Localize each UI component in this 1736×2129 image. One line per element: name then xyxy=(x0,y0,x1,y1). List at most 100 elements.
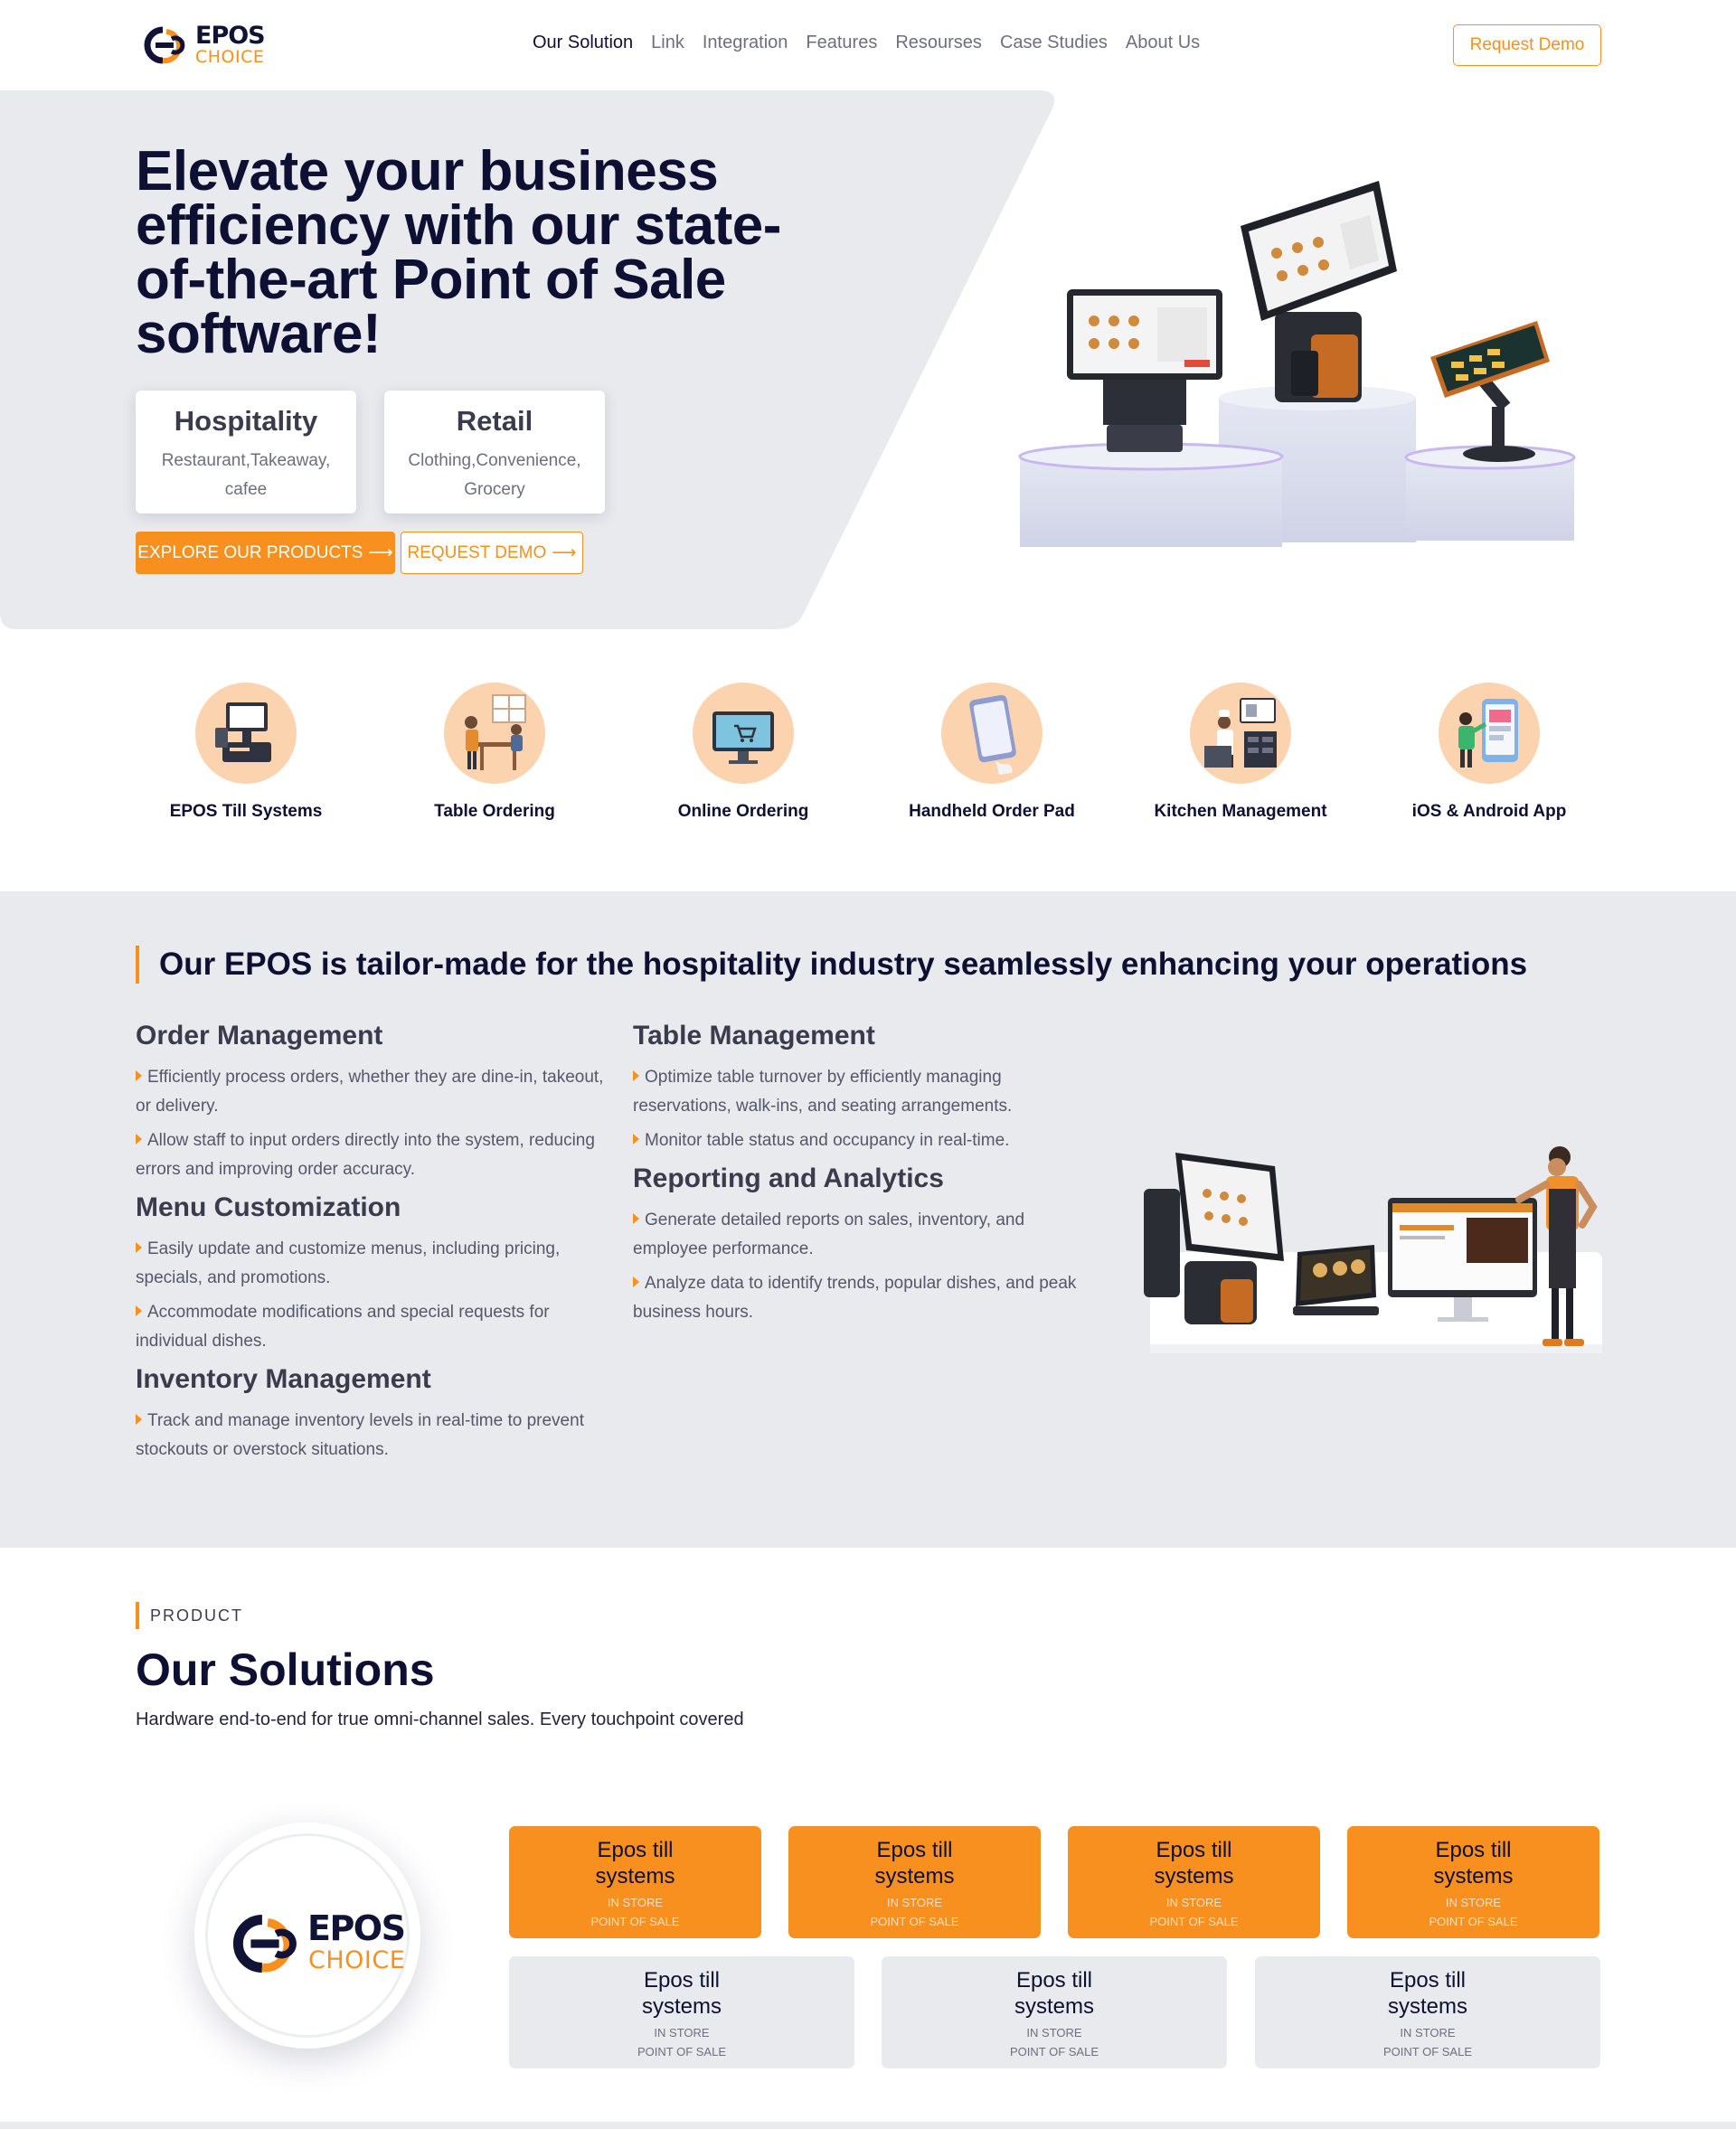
nav-integration[interactable]: Integration xyxy=(703,33,788,53)
bullet-triangle-icon xyxy=(136,1414,142,1425)
solution-tile-subtitle: IN STORE POINT OF SALE xyxy=(1149,1896,1239,1928)
solution-tile[interactable]: Epos till systems IN STORE POINT OF SALE xyxy=(1068,1826,1320,1938)
solution-tile[interactable]: Epos till systems IN STORE POINT OF SALE xyxy=(1255,1956,1600,2068)
hospitality-card[interactable]: Hospitality Restaurant,Takeaway, cafee xyxy=(136,391,356,513)
arrow-right-icon: ⟶ xyxy=(368,543,393,562)
feature-table-ordering-label: Table Ordering xyxy=(434,802,555,821)
feature-epos-till[interactable]: EPOS Till Systems xyxy=(137,683,354,822)
table-management-point: Monitor table status and occupancy in re… xyxy=(633,1126,1085,1155)
feature-online-ordering-label: Online Ordering xyxy=(677,802,809,821)
nav-case-studies[interactable]: Case Studies xyxy=(1000,33,1108,53)
nav-link[interactable]: Link xyxy=(651,33,684,53)
reporting-analytics-title: Reporting and Analytics xyxy=(633,1163,944,1193)
inventory-management-point: Track and manage inventory levels in rea… xyxy=(136,1407,606,1465)
footer-edge xyxy=(0,2122,1736,2129)
inventory-management-title: Inventory Management xyxy=(136,1364,431,1394)
solution-tile[interactable]: Epos till systems IN STORE POINT OF SALE xyxy=(509,1956,854,2068)
order-management-point: Efficiently process orders, whether they… xyxy=(136,1063,606,1121)
table-management-point-text: Optimize table turnover by efficiently m… xyxy=(633,1068,1013,1116)
hospitality-right-column: Table Management Optimize table turnover… xyxy=(633,1018,1085,1333)
solution-tile-subtitle: IN STORE POINT OF SALE xyxy=(1009,2026,1099,2058)
retail-card[interactable]: Retail Clothing,Convenience, Grocery xyxy=(384,391,605,513)
request-demo-button[interactable]: Request Demo xyxy=(1453,24,1601,66)
feature-table-ordering[interactable]: Table Ordering xyxy=(386,683,603,822)
feature-online-ordering[interactable]: Online Ordering xyxy=(635,683,852,822)
handheld-pad-icon xyxy=(941,683,1043,784)
badge-word-choice: CHOICE xyxy=(308,1946,406,1974)
table-management-title: Table Management xyxy=(633,1021,875,1050)
hospitality-left-column: Order Management Efficiently process ord… xyxy=(136,1018,606,1470)
explore-products-button[interactable]: EXPLORE OUR PRODUCTS ⟶ xyxy=(136,532,395,574)
menu-customization-point-text: Accommodate modifications and special re… xyxy=(136,1303,550,1351)
reporting-analytics-point-text: Generate detailed reports on sales, inve… xyxy=(633,1211,1025,1258)
solution-tile[interactable]: Epos till systems IN STORE POINT OF SALE xyxy=(788,1826,1041,1938)
feature-handheld-pad-label: Handheld Order Pad xyxy=(909,802,1075,821)
nav-about-us[interactable]: About Us xyxy=(1126,33,1200,53)
reporting-analytics-point: Generate detailed reports on sales, inve… xyxy=(633,1206,1085,1264)
menu-customization-title: Menu Customization xyxy=(136,1192,401,1222)
solutions-title: Our Solutions xyxy=(136,1644,435,1695)
order-management-point-text: Efficiently process orders, whether they… xyxy=(136,1068,604,1116)
logo-mark-icon xyxy=(232,1915,297,1973)
inventory-management-point-text: Track and manage inventory levels in rea… xyxy=(136,1411,584,1459)
feature-kitchen-management[interactable]: Kitchen Management xyxy=(1132,683,1349,822)
solution-tile-title: Epos till systems xyxy=(1014,1968,1094,2019)
order-management-point-text: Allow staff to input orders directly int… xyxy=(136,1131,595,1179)
solution-tile[interactable]: Epos till systems IN STORE POINT OF SALE xyxy=(1347,1826,1599,1938)
solution-tile-subtitle: IN STORE POINT OF SALE xyxy=(637,2026,726,2058)
feature-mobile-app[interactable]: iOS & Android App xyxy=(1381,683,1598,822)
nav-resources[interactable]: Resourses xyxy=(895,33,982,53)
retail-card-title: Retail xyxy=(456,405,533,437)
pos-terminals-illustration xyxy=(1018,181,1576,547)
hero-title: Elevate your business efficiency with ou… xyxy=(136,140,781,365)
product-tag: PRODUCT xyxy=(136,1602,243,1629)
nav-our-solution[interactable]: Our Solution xyxy=(533,33,633,53)
solution-tile-title: Epos till systems xyxy=(1433,1838,1514,1889)
badge-word-epos: EPOS xyxy=(307,1908,406,1948)
solution-tile-subtitle: IN STORE POINT OF SALE xyxy=(1382,2026,1472,2058)
feature-kitchen-management-label: Kitchen Management xyxy=(1154,802,1327,821)
hero-request-demo-button[interactable]: REQUEST DEMO ⟶ xyxy=(401,532,583,574)
order-management-title: Order Management xyxy=(136,1021,383,1050)
hospitality-heading: Our EPOS is tailor-made for the hospital… xyxy=(136,946,1527,984)
solution-tile[interactable]: Epos till systems IN STORE POINT OF SALE xyxy=(509,1826,761,1938)
order-management-point: Allow staff to input orders directly int… xyxy=(136,1126,606,1184)
logo-word-choice: CHOICE xyxy=(195,47,265,67)
brand-logo[interactable]: EPOS CHOICE xyxy=(136,20,271,71)
bullet-triangle-icon xyxy=(633,1134,639,1145)
logo-mark-icon xyxy=(144,26,185,64)
retail-card-subtitle: Clothing,Convenience, Grocery xyxy=(408,451,581,499)
table-management-point-text: Monitor table status and occupancy in re… xyxy=(645,1131,1010,1150)
logo-word-epos: EPOS xyxy=(195,22,266,50)
reporting-analytics-point-text: Analyze data to identify trends, popular… xyxy=(633,1274,1077,1322)
online-ordering-icon xyxy=(693,683,794,784)
bullet-triangle-icon xyxy=(633,1213,639,1224)
menu-customization-point: Easily update and customize menus, inclu… xyxy=(136,1235,606,1293)
site-header: EPOS CHOICE Our Solution Link Integratio… xyxy=(0,0,1736,90)
solution-tile-subtitle: IN STORE POINT OF SALE xyxy=(590,1896,680,1928)
bullet-triangle-icon xyxy=(136,1242,142,1253)
solution-tile-title: Epos till systems xyxy=(595,1838,675,1889)
solution-tile-title: Epos till systems xyxy=(1387,1968,1467,2019)
menu-customization-point: Accommodate modifications and special re… xyxy=(136,1298,606,1356)
solutions-subtitle: Hardware end-to-end for true omni-channe… xyxy=(136,1710,744,1729)
bullet-triangle-icon xyxy=(136,1134,142,1145)
table-management-point: Optimize table turnover by efficiently m… xyxy=(633,1063,1085,1121)
epos-choice-badge: EPOS CHOICE xyxy=(194,1823,420,2049)
mobile-app-icon xyxy=(1439,683,1540,784)
main-nav: Our Solution Link Integration Features R… xyxy=(533,33,1218,53)
solution-tile[interactable]: Epos till systems IN STORE POINT OF SALE xyxy=(882,1956,1227,2068)
till-system-icon xyxy=(195,683,297,784)
table-ordering-icon xyxy=(444,683,545,784)
feature-handheld-pad[interactable]: Handheld Order Pad xyxy=(883,683,1100,822)
hero-request-demo-label: REQUEST DEMO xyxy=(407,542,547,562)
restaurant-pos-illustration xyxy=(1144,1146,1602,1353)
hospitality-card-title: Hospitality xyxy=(174,405,318,437)
solution-tile-title: Epos till systems xyxy=(641,1968,722,2019)
nav-features[interactable]: Features xyxy=(806,33,877,53)
bullet-triangle-icon xyxy=(136,1305,142,1316)
logo-wordmark: EPOS CHOICE xyxy=(195,22,266,67)
explore-products-label: EXPLORE OUR PRODUCTS xyxy=(137,542,363,562)
menu-customization-point-text: Easily update and customize menus, inclu… xyxy=(136,1239,561,1287)
kitchen-icon xyxy=(1190,683,1291,784)
